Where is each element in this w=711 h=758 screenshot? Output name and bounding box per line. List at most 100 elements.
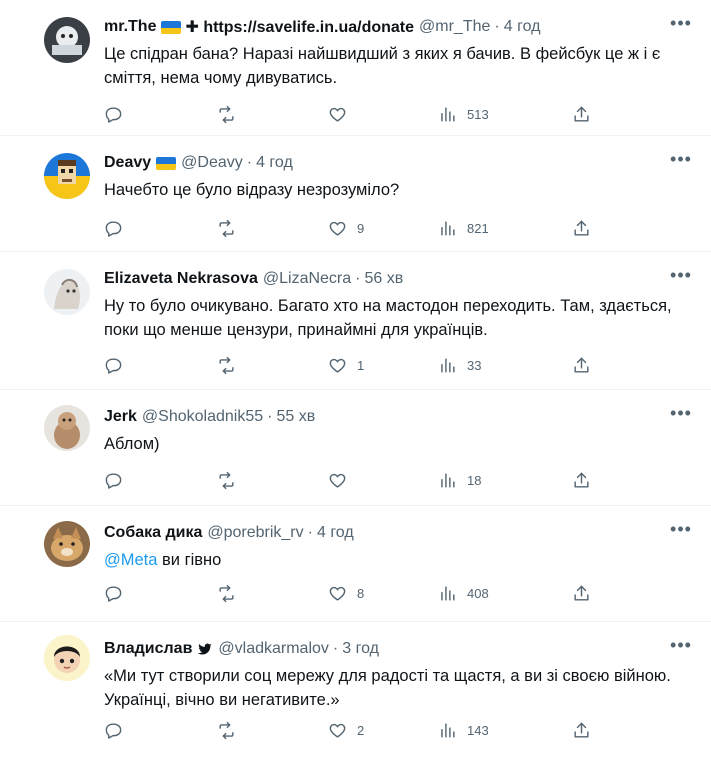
- share-button[interactable]: [572, 715, 591, 745]
- avatar[interactable]: [44, 521, 90, 567]
- views-button[interactable]: 33: [438, 350, 481, 380]
- author-name[interactable]: Jerk: [104, 408, 137, 426]
- view-count: 18: [467, 472, 482, 488]
- author-handle[interactable]: @LizaNecra: [263, 270, 351, 288]
- reply-button[interactable]: [104, 715, 123, 745]
- timestamp[interactable]: 56 хв: [364, 270, 403, 288]
- share-icon: [574, 220, 589, 236]
- ukraine-flag-icon: [161, 20, 182, 34]
- reply-header: Владислав @vladkarmalov · 3 год: [104, 637, 651, 661]
- more-icon[interactable]: •••: [667, 265, 695, 289]
- heart-icon: [329, 473, 346, 488]
- heart-icon: [329, 107, 346, 122]
- heart-icon: [329, 358, 346, 373]
- retweet-button[interactable]: [217, 213, 236, 243]
- reply-header: Собака дика @porebrik_rv · 4 год: [104, 521, 651, 545]
- avatar[interactable]: [44, 153, 90, 199]
- share-button[interactable]: [572, 213, 591, 243]
- like-button[interactable]: 9: [328, 213, 364, 243]
- avatar[interactable]: [44, 269, 90, 315]
- retweet-button[interactable]: [217, 465, 236, 495]
- avatar[interactable]: [44, 17, 90, 63]
- reply-icon: [105, 585, 122, 602]
- share-button[interactable]: [572, 99, 591, 129]
- like-count: 9: [357, 220, 365, 236]
- reply-icon: [105, 472, 122, 489]
- share-icon: [574, 472, 589, 488]
- reply-item[interactable]: Владислав @vladkarmalov · 3 год ••• «Ми …: [0, 622, 711, 758]
- share-button[interactable]: [572, 350, 591, 380]
- separator-dot: ·: [332, 640, 339, 657]
- reply-icon: [105, 220, 122, 237]
- views-button[interactable]: 821: [438, 213, 489, 243]
- share-icon: [574, 585, 589, 601]
- timestamp[interactable]: 3 год: [342, 640, 379, 658]
- view-count: 408: [467, 585, 489, 601]
- views-icon: [441, 357, 455, 373]
- reply-item[interactable]: Jerk @Shokoladnik55 · 55 хв ••• Аблом) 1…: [0, 390, 711, 506]
- timestamp[interactable]: 4 год: [256, 154, 293, 172]
- ukraine-flag-icon: [156, 156, 177, 170]
- author-handle[interactable]: @mr_The: [419, 18, 490, 36]
- timestamp[interactable]: 55 хв: [276, 408, 315, 426]
- separator-dot: ·: [267, 408, 273, 425]
- views-icon: [441, 472, 455, 488]
- view-count: 33: [467, 357, 482, 373]
- author-handle[interactable]: @Shokoladnik55: [142, 408, 263, 426]
- reply-button[interactable]: [104, 99, 123, 129]
- views-button[interactable]: 18: [438, 465, 481, 495]
- more-icon[interactable]: •••: [667, 13, 695, 37]
- reply-text: «Ми тут створили соц мережу для радості …: [104, 667, 671, 709]
- author-name[interactable]: Deavy: [104, 154, 151, 172]
- reply-icon: [105, 357, 122, 374]
- view-count: 143: [467, 722, 489, 738]
- more-icon[interactable]: •••: [667, 635, 695, 659]
- more-icon[interactable]: •••: [667, 403, 695, 427]
- like-button[interactable]: [328, 99, 357, 129]
- like-button[interactable]: 8: [328, 578, 364, 608]
- timestamp[interactable]: 4 год: [317, 524, 354, 542]
- like-button[interactable]: 2: [328, 715, 364, 745]
- retweet-button[interactable]: [217, 715, 236, 745]
- more-icon[interactable]: •••: [667, 149, 695, 173]
- view-count: 821: [467, 220, 489, 236]
- author-handle[interactable]: @Deavy: [181, 154, 243, 172]
- retweet-button[interactable]: [217, 350, 236, 380]
- heart-icon: [329, 221, 346, 236]
- reply-item[interactable]: Deavy @Deavy · 4 год ••• Начебто це було…: [0, 136, 711, 252]
- like-button[interactable]: 1: [328, 350, 364, 380]
- reply-item[interactable]: Собака дика @porebrik_rv · 4 год ••• @Me…: [0, 506, 711, 622]
- avatar[interactable]: [44, 405, 90, 451]
- views-button[interactable]: 408: [438, 578, 489, 608]
- reply-button[interactable]: [104, 213, 123, 243]
- more-icon[interactable]: •••: [667, 519, 695, 543]
- author-handle[interactable]: @vladkarmalov: [218, 640, 329, 658]
- action-bar: 18: [0, 465, 711, 495]
- reply-item[interactable]: mr.The ✚ https://savelife.in.ua/donate @…: [0, 0, 711, 136]
- share-icon: [574, 106, 589, 122]
- retweet-button[interactable]: [217, 578, 236, 608]
- reply-button[interactable]: [104, 465, 123, 495]
- reply-button[interactable]: [104, 350, 123, 380]
- author-name[interactable]: mr.The: [104, 18, 156, 36]
- reply-icon: [105, 722, 122, 739]
- reply-item[interactable]: Elizaveta Nekrasova @LizaNecra · 56 хв •…: [0, 252, 711, 390]
- author-name[interactable]: Elizaveta Nekrasova: [104, 270, 258, 288]
- views-button[interactable]: 513: [438, 99, 489, 129]
- share-icon: [574, 357, 589, 373]
- share-button[interactable]: [572, 465, 591, 495]
- views-button[interactable]: 143: [438, 715, 489, 745]
- separator-dot: ·: [355, 270, 361, 287]
- views-icon: [441, 722, 455, 738]
- author-name[interactable]: Собака дика: [104, 524, 202, 542]
- reply-button[interactable]: [104, 578, 123, 608]
- like-button[interactable]: [328, 465, 357, 495]
- retweet-button[interactable]: [217, 99, 236, 129]
- like-count: 1: [357, 357, 365, 373]
- timestamp[interactable]: 4 год: [504, 18, 541, 36]
- share-button[interactable]: [572, 578, 591, 608]
- author-name[interactable]: Владислав: [104, 640, 192, 658]
- author-handle[interactable]: @porebrik_rv: [207, 524, 303, 542]
- mention-link[interactable]: @Meta: [104, 551, 157, 569]
- avatar[interactable]: [44, 635, 90, 681]
